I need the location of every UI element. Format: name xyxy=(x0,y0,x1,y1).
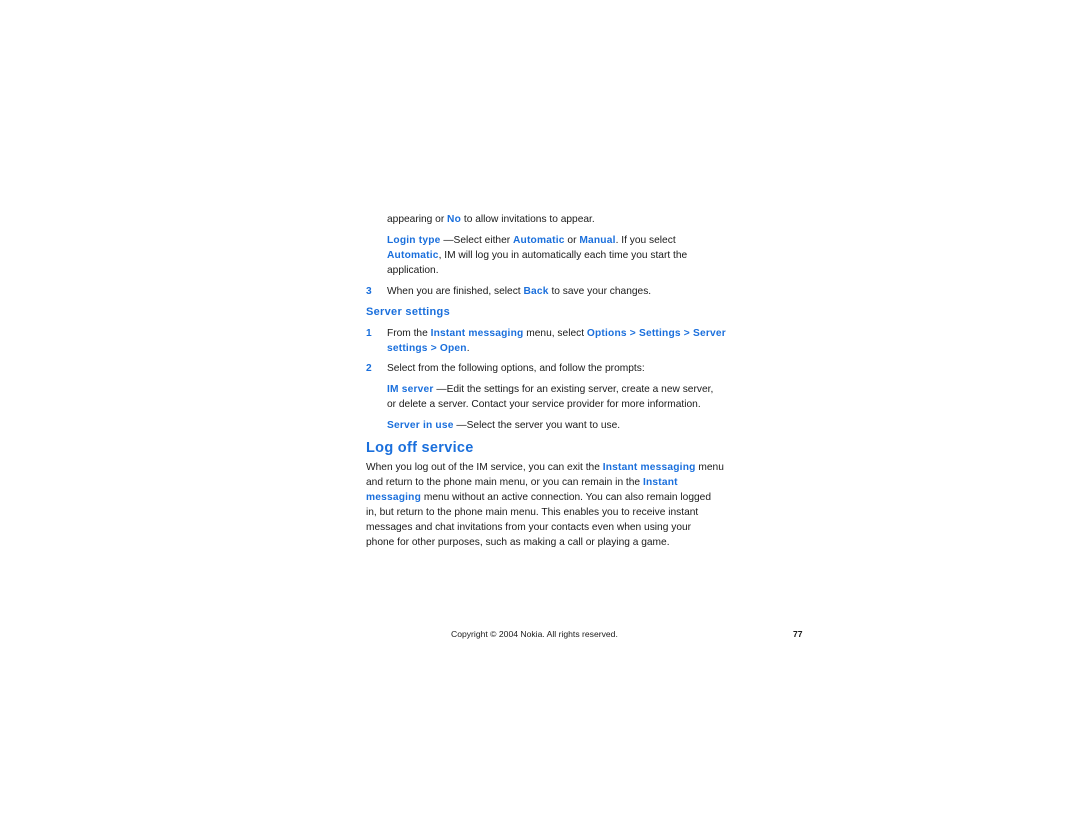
step-number: 3 xyxy=(366,286,372,297)
step-2: Select from the following options, and f… xyxy=(387,363,645,374)
text: , IM will log you in automatically each … xyxy=(438,250,688,261)
im-server-paragraph: IM server —Edit the settings for an exis… xyxy=(387,382,713,412)
text: menu, select xyxy=(523,328,587,339)
step-number: 1 xyxy=(366,328,372,339)
text: —Edit the settings for an existing serve… xyxy=(433,384,714,395)
text: . If you select xyxy=(615,235,676,246)
document-page: appearing or No to allow invitations to … xyxy=(0,0,1080,834)
text: —Select the server you want to use. xyxy=(453,420,621,431)
text: —Select either xyxy=(440,235,513,246)
text: application. xyxy=(387,265,439,276)
copyright-notice: Copyright © 2004 Nokia. All rights reser… xyxy=(451,629,618,639)
menu-instant-messaging: messaging xyxy=(366,492,422,503)
menu-path: Options > Settings > Server xyxy=(586,328,726,339)
text: in, but return to the phone main menu. T… xyxy=(366,507,699,518)
server-in-use-paragraph: Server in use —Select the server you wan… xyxy=(387,418,620,433)
term-login-type: Login type xyxy=(387,235,441,246)
text: messages and chat invitations from your … xyxy=(366,522,692,533)
text: menu xyxy=(695,462,724,473)
text: . xyxy=(466,343,470,354)
menu-path: settings > Open xyxy=(387,343,467,354)
option-automatic: Automatic xyxy=(512,235,565,246)
intro-paragraph: appearing or No to allow invitations to … xyxy=(387,212,595,227)
text: to save your changes. xyxy=(548,286,652,297)
text: or delete a server. Contact your service… xyxy=(387,399,701,410)
text: From the xyxy=(387,328,431,339)
text: and return to the phone main menu, or yo… xyxy=(366,477,643,488)
menu-instant-messaging: Instant messaging xyxy=(602,462,696,473)
text: menu without an active connection. You c… xyxy=(421,492,712,503)
login-type-paragraph: Login type —Select either Automatic or M… xyxy=(387,233,687,278)
log-off-heading: Log off service xyxy=(366,440,474,456)
text: appearing or xyxy=(387,214,448,225)
text: or xyxy=(564,235,580,246)
text: to allow invitations to appear. xyxy=(461,214,595,225)
option-back: Back xyxy=(523,286,549,297)
menu-instant-messaging: Instant xyxy=(642,477,678,488)
term-server-in-use: Server in use xyxy=(387,420,454,431)
menu-instant-messaging: Instant messaging xyxy=(430,328,524,339)
page-number: 77 xyxy=(793,629,803,639)
option-no: No xyxy=(447,214,462,225)
text: When you are finished, select xyxy=(387,286,524,297)
option-automatic: Automatic xyxy=(387,250,439,261)
step-3: When you are finished, select Back to sa… xyxy=(387,284,651,299)
option-manual: Manual xyxy=(579,235,616,246)
text: phone for other purposes, such as making… xyxy=(366,537,670,548)
step-1: From the Instant messaging menu, select … xyxy=(387,326,726,356)
server-settings-heading: Server settings xyxy=(366,306,450,318)
term-im-server: IM server xyxy=(387,384,434,395)
step-number: 2 xyxy=(366,363,372,374)
log-off-paragraph: When you log out of the IM service, you … xyxy=(366,460,724,550)
text: When you log out of the IM service, you … xyxy=(366,462,603,473)
